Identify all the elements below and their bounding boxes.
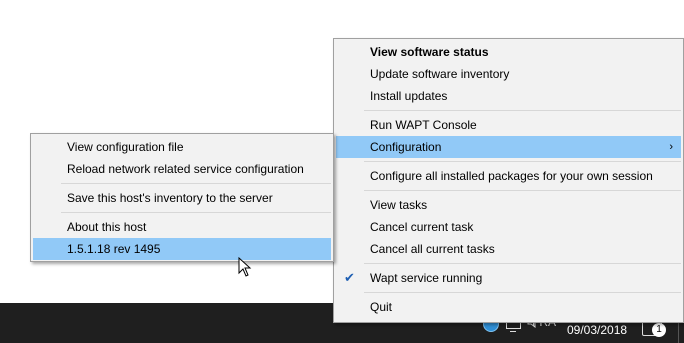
menu-separator [364,190,681,191]
submenu-item-view-config-file[interactable]: View configuration file [33,136,331,158]
menu-item-cancel-all-tasks[interactable]: Cancel all current tasks [336,238,681,260]
submenu-item-version[interactable]: 1.5.1.18 rev 1495 [33,238,331,260]
menu-item-configure-packages[interactable]: Configure all installed packages for you… [336,165,681,187]
menu-item-configuration-label: Configuration [370,140,442,154]
menu-separator [364,292,681,293]
menu-item-quit[interactable]: Quit [336,296,681,318]
menu-item-configuration[interactable]: Configuration › [336,136,681,158]
submenu-item-about-host[interactable]: About this host [33,216,331,238]
menu-separator [364,161,681,162]
menu-item-run-console[interactable]: Run WAPT Console [336,114,681,136]
notification-badge: 1 [652,323,666,337]
menu-item-service-running[interactable]: ✔ Wapt service running [336,267,681,289]
menu-item-install-updates[interactable]: Install updates [336,85,681,107]
wapt-tray-menu: View software status Update software inv… [333,38,684,323]
configuration-submenu: View configuration file Reload network r… [30,133,334,262]
menu-item-view-software-status[interactable]: View software status [336,41,681,63]
menu-separator [61,183,331,184]
mouse-cursor-icon [238,256,252,280]
menu-item-cancel-current-task[interactable]: Cancel current task [336,216,681,238]
menu-separator [364,263,681,264]
submenu-arrow-icon: › [669,141,673,153]
menu-separator [61,212,331,213]
menu-item-service-running-label: Wapt service running [370,271,483,285]
submenu-item-reload-network-config[interactable]: Reload network related service configura… [33,158,331,180]
menu-item-update-inventory[interactable]: Update software inventory [336,63,681,85]
submenu-item-save-inventory[interactable]: Save this host's inventory to the server [33,187,331,209]
checkmark-icon: ✔ [344,270,355,285]
menu-separator [364,110,681,111]
clock-date[interactable]: 09/03/2018 [567,323,627,337]
menu-item-view-tasks[interactable]: View tasks [336,194,681,216]
